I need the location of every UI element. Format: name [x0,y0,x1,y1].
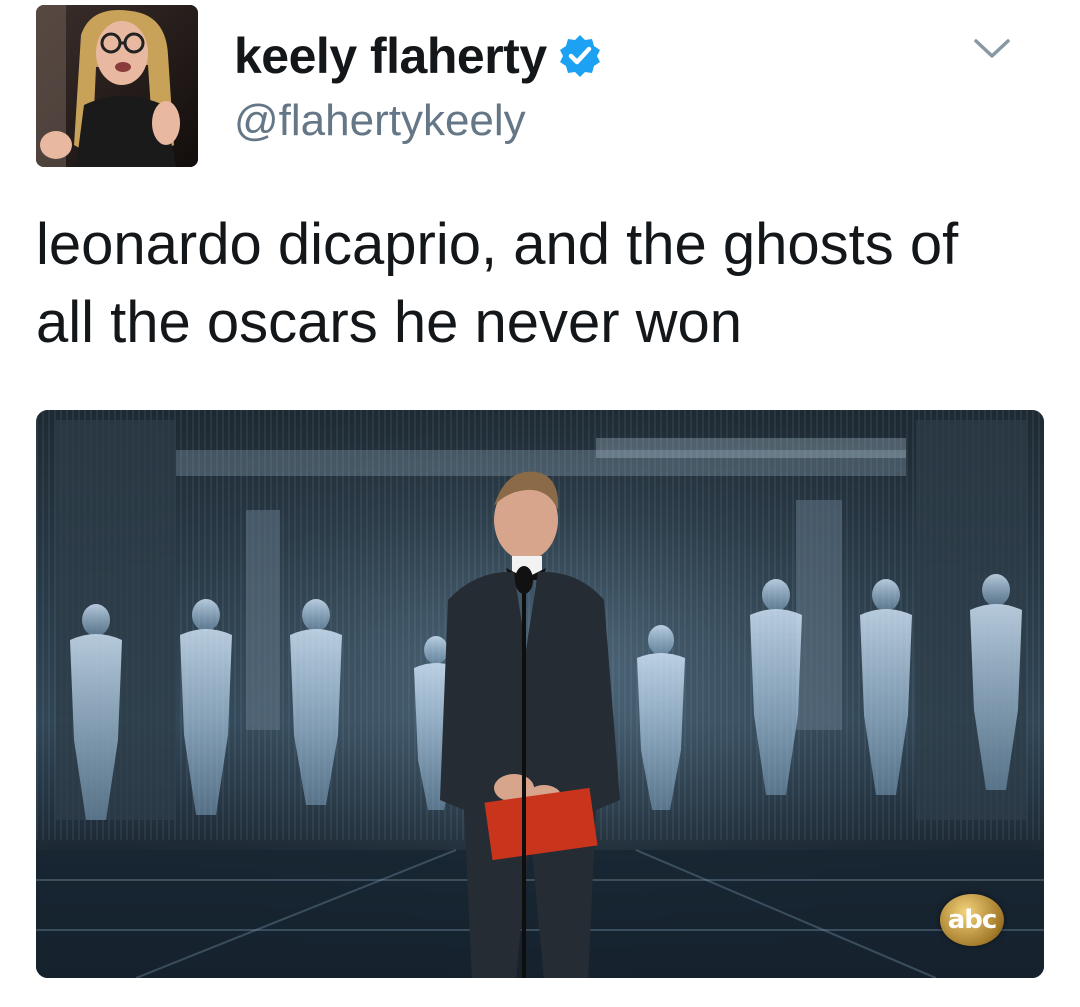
author-name-row: keely flaherty [234,24,603,88]
chevron-down-icon[interactable] [972,36,1012,62]
abc-watermark-logo: abc [940,894,1004,946]
tweet-media-photo[interactable]: abc [36,410,1044,978]
tweet-text-line: all the oscars he never won [36,290,743,355]
verified-badge-icon [557,33,603,79]
author-display-name[interactable]: keely flaherty [234,27,547,85]
tweet-text-line: leonardo dicaprio, and the ghosts of [36,212,959,277]
author-avatar[interactable] [36,5,198,167]
avatar-photo [36,5,198,167]
tweet-text: leonardo dicaprio, and the ghosts of all… [36,206,1046,362]
oscars-stage-photo [36,410,1044,978]
tweet: keely flaherty @flahertykeely leonardo d… [0,0,1080,1007]
author-handle[interactable]: @flahertykeely [234,96,526,146]
